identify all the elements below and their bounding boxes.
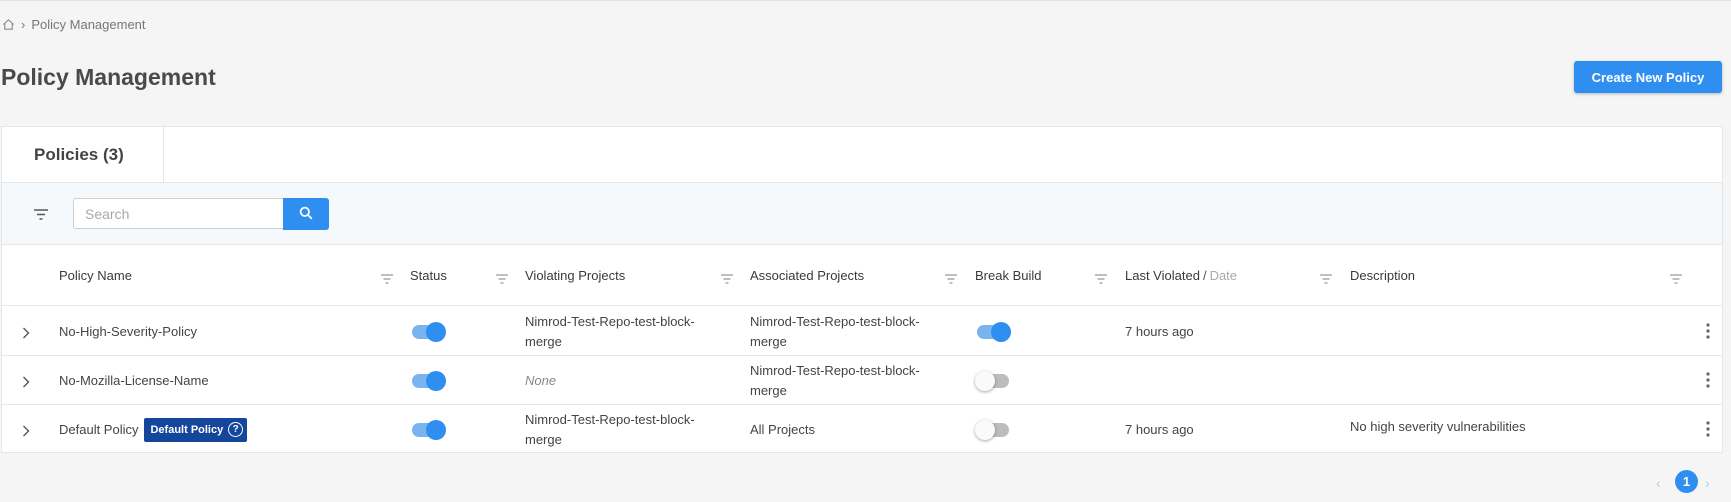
column-header-violating-projects[interactable]: Violating Projects	[525, 245, 625, 306]
expand-row-chevron-icon[interactable]	[22, 375, 30, 393]
help-icon[interactable]: ?	[228, 422, 244, 437]
row-actions-kebab-icon[interactable]	[1706, 372, 1710, 393]
column-header-break-build[interactable]: Break Build	[975, 245, 1041, 306]
policy-name-cell: No-Mozilla-License-Name	[59, 356, 209, 405]
break-build-toggle[interactable]	[977, 321, 1011, 342]
toggle-knob	[426, 321, 446, 342]
column-label: Associated Projects	[750, 268, 865, 283]
column-header-associated-projects[interactable]: Associated Projects	[750, 245, 864, 306]
column-header-description[interactable]: Description	[1350, 245, 1415, 306]
associated-projects-cell: All Projects	[750, 421, 816, 437]
home-icon[interactable]	[2, 18, 15, 31]
toggle-knob	[975, 419, 995, 440]
column-label: Last Violated	[1125, 268, 1200, 283]
policy-name[interactable]: No-Mozilla-License-Name	[59, 371, 209, 391]
status-toggle[interactable]	[412, 321, 446, 342]
breadcrumb-current: Policy Management	[31, 17, 146, 32]
violating-projects-cell[interactable]: Nimrod-Test-Repo-test-block-merge	[525, 307, 725, 356]
column-filter-icon[interactable]	[1670, 271, 1682, 289]
default-policy-badge: Default Policy ?	[144, 417, 248, 442]
badge-label: Default Policy	[150, 423, 224, 436]
toggle-knob	[426, 370, 446, 391]
column-filter-icon[interactable]	[381, 271, 393, 289]
row-actions-kebab-icon[interactable]	[1706, 421, 1710, 442]
violating-projects-cell[interactable]: Nimrod-Test-Repo-test-block-merge	[525, 405, 725, 454]
break-build-toggle[interactable]	[975, 419, 1009, 440]
status-toggle[interactable]	[412, 419, 446, 440]
toggle-knob	[991, 321, 1011, 342]
associated-projects-cell[interactable]: Nimrod-Test-Repo-test-block-merge	[750, 356, 950, 405]
pagination-next[interactable]: ›	[1705, 475, 1710, 491]
toolbar	[2, 183, 1722, 245]
break-build-cell	[975, 405, 1009, 454]
column-label: Violating Projects	[525, 268, 626, 283]
column-filter-icon[interactable]	[721, 271, 733, 289]
status-cell	[412, 307, 446, 356]
column-header-policy-name[interactable]: Policy Name	[59, 245, 132, 306]
breadcrumb: › Policy Management	[2, 17, 146, 32]
last-violated-cell: 7 hours ago	[1125, 323, 1194, 339]
search-icon	[299, 206, 313, 223]
column-filter-icon[interactable]	[496, 271, 508, 289]
create-new-policy-button[interactable]: Create New Policy	[1574, 61, 1722, 93]
search-input[interactable]	[73, 198, 284, 229]
column-label: Break Build	[975, 268, 1042, 283]
tab-bar: Policies (3)	[2, 127, 1722, 183]
column-filter-icon[interactable]	[945, 271, 957, 289]
status-cell	[412, 405, 446, 454]
policy-name[interactable]: No-High-Severity-Policy	[59, 322, 197, 342]
column-label-separator: /	[1202, 268, 1207, 283]
column-label-date[interactable]: Date	[1210, 268, 1237, 283]
description-cell: No high severity vulnerabilities	[1350, 418, 1526, 434]
search-button[interactable]	[283, 198, 329, 230]
break-build-toggle[interactable]	[975, 370, 1009, 391]
expand-row-chevron-icon[interactable]	[22, 424, 30, 442]
last-violated-cell: 7 hours ago	[1125, 421, 1194, 437]
column-filter-icon[interactable]	[1320, 271, 1332, 289]
expand-row-chevron-icon[interactable]	[22, 326, 30, 344]
column-label: Description	[1350, 268, 1416, 283]
policy-name[interactable]: Default Policy	[59, 420, 138, 440]
status-toggle[interactable]	[412, 370, 446, 391]
break-build-cell	[977, 307, 1011, 356]
policies-card: Policies (3) Policy Name Status Violatin…	[1, 126, 1723, 453]
page-title: Policy Management	[1, 64, 216, 90]
table-row[interactable]: Default Policy Default Policy ? Nimrod-T…	[2, 405, 1722, 454]
row-actions-kebab-icon[interactable]	[1706, 323, 1710, 344]
toggle-knob	[426, 419, 446, 440]
pagination-prev[interactable]: ‹	[1656, 475, 1661, 491]
table-row[interactable]: No-High-Severity-Policy Nimrod-Test-Repo…	[2, 307, 1722, 356]
column-label: Policy Name	[59, 268, 132, 283]
table-header: Policy Name Status Violating Projects As…	[2, 245, 1722, 306]
column-filter-icon[interactable]	[1095, 271, 1107, 289]
breadcrumb-separator: ›	[21, 17, 26, 32]
policy-name-cell: No-High-Severity-Policy	[59, 307, 197, 356]
column-label: Status	[410, 268, 447, 283]
status-cell	[412, 356, 446, 405]
table-row[interactable]: No-Mozilla-License-Name None Nimrod-Test…	[2, 356, 1722, 405]
pagination-page-current[interactable]: 1	[1675, 470, 1698, 493]
column-header-status[interactable]: Status	[410, 245, 447, 306]
policy-name-cell: Default Policy Default Policy ?	[59, 405, 248, 454]
filter-icon[interactable]	[34, 207, 48, 225]
associated-projects-cell[interactable]: Nimrod-Test-Repo-test-block-merge	[750, 307, 950, 356]
break-build-cell	[975, 356, 1009, 405]
violating-projects-cell: None	[525, 372, 557, 388]
tab-policies[interactable]: Policies (3)	[2, 127, 164, 183]
column-header-last-violated[interactable]: Last Violated / Date	[1125, 245, 1237, 306]
toggle-knob	[975, 370, 995, 391]
